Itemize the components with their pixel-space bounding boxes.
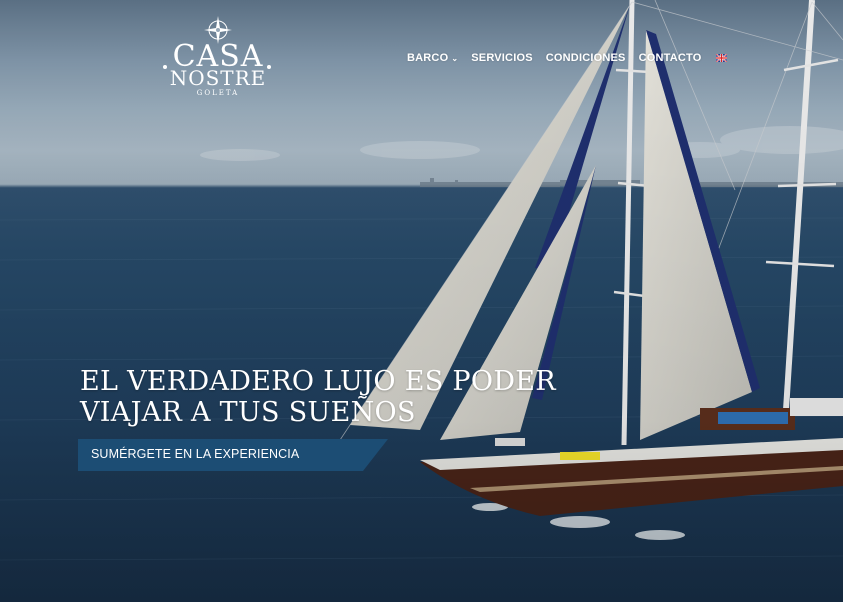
experience-cta-button[interactable]: SUMÉRGETE EN LA EXPERIENCIA (78, 439, 388, 471)
nav-item-barco[interactable]: BARCO ⌄ (407, 50, 458, 66)
nav-item-contacto-label: CONTACTO (638, 52, 702, 64)
hero-headline-line-2: VIAJAR A TUS SUEÑOS (80, 397, 416, 428)
nav-item-barco-label: BARCO (407, 52, 449, 64)
nav-item-condiciones-label: CONDICIONES (545, 52, 626, 64)
logo-text-nostre: NOSTRE (169, 66, 267, 90)
hero-headline: EL VERDADERO LUJO ES PODER VIAJAR A TUS … (80, 366, 556, 428)
chevron-down-icon: ⌄ (451, 53, 459, 63)
main-navigation: BARCO ⌄ SERVICIOS CONDICIONES CONTACTO (407, 50, 727, 66)
casa-nostre-logo[interactable]: CASA NOSTRE GOLETA (160, 15, 276, 101)
nav-item-servicios-label: SERVICIOS (471, 52, 533, 64)
logo-dot-right (267, 65, 271, 69)
uk-flag-icon[interactable] (715, 54, 727, 62)
nav-item-condiciones[interactable]: CONDICIONES (546, 50, 626, 66)
nav-item-contacto[interactable]: CONTACTO (639, 50, 702, 66)
logo-dot-left (163, 65, 167, 69)
hero-section: CASA NOSTRE GOLETA BARCO ⌄ SERVICIOS CON… (0, 0, 843, 602)
sailing-yacht-photo (0, 0, 843, 602)
logo-text-goleta: GOLETA (196, 89, 240, 97)
cta-label: SUMÉRGETE EN LA EXPERIENCIA (91, 447, 300, 461)
hero-headline-line-1: EL VERDADERO LUJO ES PODER (80, 366, 556, 397)
nav-item-servicios[interactable]: SERVICIOS (471, 50, 533, 66)
